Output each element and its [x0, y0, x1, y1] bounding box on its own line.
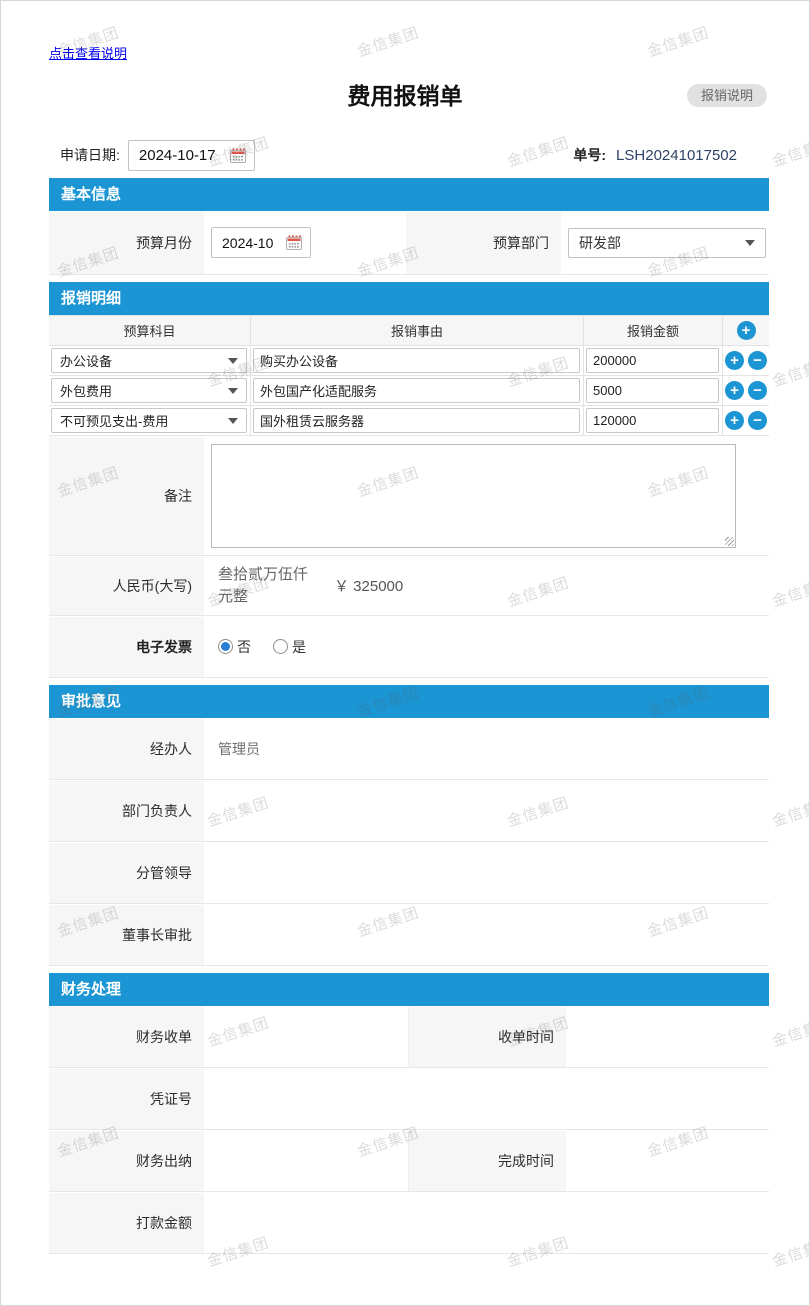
dept-head-label: 部门负责人 — [49, 780, 206, 841]
add-row-button[interactable]: + — [737, 321, 756, 340]
receipt-label: 财务收单 — [49, 1006, 206, 1067]
budget-subject-select[interactable]: 不可预见支出-费用 — [51, 408, 247, 433]
remove-row-button[interactable]: − — [748, 411, 767, 430]
basic-info-row: 预算月份 2024-10 预算部门 研发部 — [49, 211, 769, 275]
budget-month-label: 预算月份 — [49, 211, 206, 274]
radio-checked-icon — [218, 639, 233, 654]
receipt-time-value — [568, 1006, 769, 1067]
budget-dept-value: 研发部 — [579, 233, 621, 253]
reason-input[interactable] — [253, 378, 580, 403]
leader-value — [206, 842, 769, 903]
rmb-label: 人民币(大写) — [49, 556, 206, 615]
section-header-approval: 审批意见 — [49, 685, 769, 718]
detail-table: 预算科目 报销事由 报销金额 + 办公设备 +− 外包费用 +− 不可预见支出-… — [49, 315, 769, 436]
col-header-subject: 预算科目 — [49, 316, 251, 345]
voucher-value — [206, 1068, 769, 1129]
receipt-time-label: 收单时间 — [409, 1006, 568, 1067]
reason-input[interactable] — [253, 408, 580, 433]
receipt-value — [206, 1006, 409, 1067]
finance-receipt-row: 财务收单 收单时间 — [49, 1006, 769, 1068]
chevron-down-icon — [228, 358, 238, 364]
finance-cashier-row: 财务出纳 完成时间 — [49, 1130, 769, 1192]
view-instructions-link[interactable]: 点击查看说明 — [49, 46, 127, 61]
handler-label: 经办人 — [49, 718, 206, 779]
radio-unchecked-icon — [273, 639, 288, 654]
payment-value — [206, 1192, 769, 1253]
approval-row-dept-head: 部门负责人 — [49, 780, 769, 842]
add-row-button[interactable]: + — [725, 411, 744, 430]
budget-subject-select[interactable]: 办公设备 — [51, 348, 247, 373]
payment-label: 打款金额 — [49, 1192, 206, 1253]
budget-month-input[interactable]: 2024-10 — [211, 227, 311, 258]
cashier-value — [206, 1130, 409, 1191]
remove-row-button[interactable]: − — [748, 381, 767, 400]
chairman-label: 董事长审批 — [49, 904, 206, 965]
remove-row-button[interactable]: − — [748, 351, 767, 370]
einvoice-radio-no[interactable]: 否 — [218, 637, 251, 657]
rmb-row: 人民币(大写) 叁拾贰万伍仟元整 ￥ 325000 — [49, 556, 769, 616]
section-header-finance: 财务处理 — [49, 973, 769, 1006]
finish-time-label: 完成时间 — [409, 1130, 568, 1191]
col-header-amount: 报销金额 — [584, 316, 723, 345]
reimburse-note-button[interactable]: 报销说明 — [687, 84, 767, 107]
order-no-value: LSH20241017502 — [616, 147, 737, 164]
watermark: 金信集团 — [769, 1232, 810, 1272]
chairman-value — [206, 904, 769, 965]
expense-form-page: 点击查看说明 费用报销单 报销说明 申请日期: 2024-10-17 — [0, 0, 810, 1306]
finance-voucher-row: 凭证号 — [49, 1068, 769, 1130]
chevron-down-icon — [228, 418, 238, 424]
apply-date-value: 2024-10-17 — [139, 147, 216, 164]
watermark: 金信集团 — [769, 1012, 810, 1052]
watermark: 金信集团 — [769, 132, 810, 172]
watermark: 金信集团 — [769, 572, 810, 612]
approval-row-leader: 分管领导 — [49, 842, 769, 904]
watermark: 金信集团 — [769, 352, 810, 392]
voucher-label: 凭证号 — [49, 1068, 206, 1129]
budget-dept-select[interactable]: 研发部 — [568, 228, 766, 258]
approval-row-chairman: 董事长审批 — [49, 904, 769, 966]
resize-grip-icon[interactable] — [725, 537, 734, 546]
handler-value: 管理员 — [206, 718, 769, 779]
detail-row-2: 外包费用 +− — [49, 375, 769, 405]
einvoice-row: 电子发票 否 是 — [49, 616, 769, 678]
cashier-label: 财务出纳 — [49, 1130, 206, 1191]
order-no-label: 单号: — [573, 145, 606, 165]
budget-month-value: 2024-10 — [222, 235, 273, 251]
remark-row: 备注 — [49, 436, 769, 556]
amount-input[interactable] — [586, 348, 719, 373]
detail-table-header: 预算科目 报销事由 报销金额 + — [49, 315, 769, 345]
remark-textarea[interactable] — [211, 444, 736, 548]
einvoice-label: 电子发票 — [49, 616, 206, 677]
reason-input[interactable] — [253, 348, 580, 373]
apply-date-label: 申请日期: — [60, 145, 120, 165]
budget-subject-select[interactable]: 外包费用 — [51, 378, 247, 403]
rmb-amount-value: ￥ 325000 — [334, 575, 403, 596]
amount-input[interactable] — [586, 408, 719, 433]
chevron-down-icon — [745, 240, 755, 246]
rmb-uppercase-value: 叁拾贰万伍仟元整 — [218, 564, 316, 608]
apply-date-input[interactable]: 2024-10-17 — [128, 140, 255, 171]
finance-payment-row: 打款金额 — [49, 1192, 769, 1254]
add-row-button[interactable]: + — [725, 381, 744, 400]
dept-head-value — [206, 780, 769, 841]
leader-label: 分管领导 — [49, 842, 206, 903]
calendar-icon — [286, 235, 302, 250]
detail-row-1: 办公设备 +− — [49, 345, 769, 375]
section-header-basic-info: 基本信息 — [49, 178, 769, 211]
remark-label: 备注 — [49, 436, 206, 555]
col-header-reason: 报销事由 — [251, 316, 584, 345]
amount-input[interactable] — [586, 378, 719, 403]
finish-time-value — [568, 1130, 769, 1191]
einvoice-radio-yes[interactable]: 是 — [273, 637, 306, 657]
section-header-detail: 报销明细 — [49, 282, 769, 315]
watermark: 金信集团 — [769, 792, 810, 832]
approval-row-handler: 经办人 管理员 — [49, 718, 769, 780]
chevron-down-icon — [228, 388, 238, 394]
budget-dept-label: 预算部门 — [406, 211, 563, 274]
calendar-icon — [230, 148, 246, 163]
add-row-button[interactable]: + — [725, 351, 744, 370]
detail-row-3: 不可预见支出-费用 +− — [49, 405, 769, 435]
